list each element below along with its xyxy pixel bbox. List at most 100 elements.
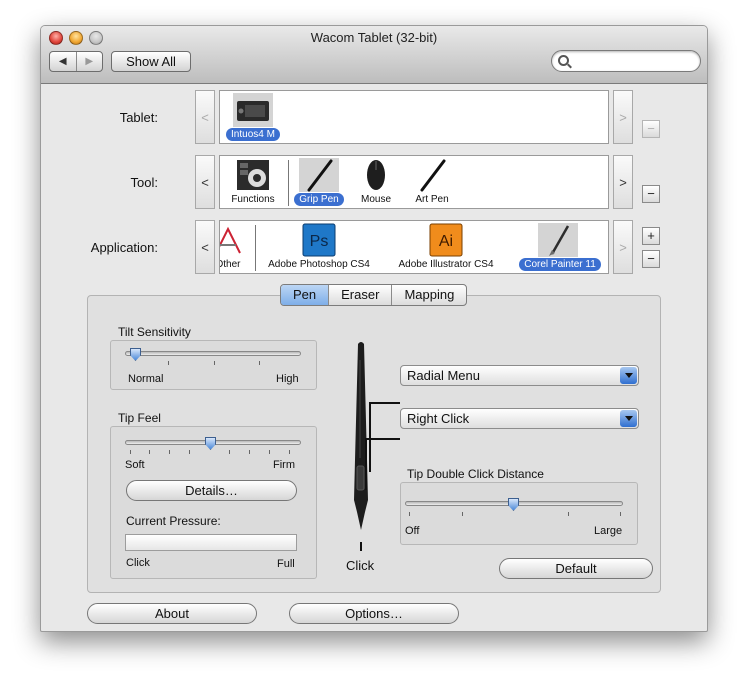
details-button[interactable]: Details… <box>126 480 297 501</box>
lower-button-value: Right Click <box>407 411 470 426</box>
upper-button-value: Radial Menu <box>407 368 480 383</box>
tool-scroll-right-button[interactable]: > <box>613 155 633 209</box>
slider-tick <box>568 512 569 516</box>
tab-pen[interactable]: Pen <box>281 285 329 305</box>
tool-item-grip-pen[interactable]: Grip Pen <box>292 156 346 208</box>
tool-item-label: Art Pen <box>415 194 449 205</box>
slider-tick <box>130 450 131 454</box>
double-click-min-label: Off <box>405 525 420 537</box>
application-item-label: Adobe Illustrator CS4 <box>398 259 494 270</box>
grip-pen-icon <box>299 158 339 192</box>
upper-button-dropdown[interactable]: Radial Menu <box>400 365 639 386</box>
slider-tick <box>462 512 463 516</box>
tab-eraser[interactable]: Eraser <box>328 285 391 305</box>
search-field[interactable] <box>551 50 701 72</box>
current-pressure-label: Current Pressure: <box>126 514 221 528</box>
tool-divider <box>288 160 289 206</box>
tablet-row-label: Tablet: <box>119 110 158 125</box>
pressure-bar <box>125 534 297 551</box>
tip-connector <box>360 542 362 551</box>
tip-feel-label: Tip Feel <box>118 411 161 425</box>
application-item-label: Adobe Photoshop CS4 <box>268 259 370 270</box>
default-button[interactable]: Default <box>499 558 653 579</box>
application-scroll-left-button[interactable]: < <box>195 220 215 274</box>
application-item-photoshop[interactable]: Ps Adobe Photoshop CS4 <box>260 221 378 273</box>
tilt-sensitivity-group: Normal High <box>110 340 317 390</box>
tool-item-label: Grip Pen <box>294 193 344 206</box>
tool-strip: Functions Grip Pen Mouse Art Pen <box>219 155 609 209</box>
dropdown-arrow-icon <box>620 367 637 384</box>
tip-feel-min-label: Soft <box>125 459 145 471</box>
back-button[interactable]: ◀ <box>50 52 76 71</box>
options-button[interactable]: Options… <box>289 603 459 624</box>
painter-icon <box>538 223 578 257</box>
search-icon <box>558 55 569 66</box>
slider-tick <box>168 361 169 365</box>
add-application-button[interactable]: + <box>642 227 660 245</box>
tip-feel-group: Soft Firm Details… Current Pressure: Cli… <box>110 426 317 579</box>
pressure-min-label: Click <box>126 557 150 569</box>
application-strip: Other Ps Adobe Photoshop CS4 Ai Adobe Il… <box>219 220 609 274</box>
dropdown-arrow-icon <box>620 410 637 427</box>
tool-item-art-pen[interactable]: Art Pen <box>406 156 458 208</box>
tilt-max-label: High <box>276 373 299 385</box>
slider-tick <box>269 450 270 454</box>
tilt-slider-track <box>125 351 301 356</box>
application-row-label: Application: <box>90 240 158 255</box>
tilt-slider-thumb[interactable] <box>130 348 141 361</box>
slider-tick <box>409 512 410 516</box>
svg-text:Ai: Ai <box>439 233 453 250</box>
lower-button-dropdown[interactable]: Right Click <box>400 408 639 429</box>
about-button[interactable]: About <box>87 603 257 624</box>
art-pen-icon <box>412 158 452 192</box>
svg-text:Ps: Ps <box>310 233 329 250</box>
photoshop-icon: Ps <box>299 223 339 257</box>
application-item-illustrator[interactable]: Ai Adobe Illustrator CS4 <box>390 221 502 273</box>
tablet-item-label: Intuos4 M <box>226 128 280 141</box>
slider-tick <box>229 450 230 454</box>
mouse-icon <box>356 158 396 192</box>
tip-feel-slider-thumb[interactable] <box>205 437 216 450</box>
pressure-max-label: Full <box>277 558 295 570</box>
tablet-icon <box>233 93 273 127</box>
lower-button-connector <box>365 438 400 490</box>
remove-application-button[interactable]: − <box>642 250 660 268</box>
tool-scroll-left-button[interactable]: < <box>195 155 215 209</box>
slider-tick <box>149 450 150 454</box>
double-click-max-label: Large <box>594 525 623 537</box>
application-item-label: Other <box>220 259 241 270</box>
tablet-scroll-left-button[interactable]: < <box>195 90 215 144</box>
application-item-painter[interactable]: Corel Painter 11 <box>512 221 608 273</box>
tip-feel-max-label: Firm <box>273 459 295 471</box>
tip-function-label: Click <box>346 558 375 573</box>
other-app-icon <box>220 223 248 257</box>
forward-button[interactable]: ▶ <box>75 52 103 71</box>
tablet-item-intuos4[interactable]: Intuos4 M <box>222 91 284 143</box>
tool-item-label: Functions <box>231 194 275 205</box>
tablet-scroll-right-button[interactable]: > <box>613 90 633 144</box>
back-forward-control: ◀ ▶ <box>49 51 103 72</box>
application-item-label: Corel Painter 11 <box>519 258 601 271</box>
illustrator-icon: Ai <box>426 223 466 257</box>
show-all-button[interactable]: Show All <box>111 51 191 72</box>
double-click-slider-thumb[interactable] <box>508 498 519 511</box>
slider-tick <box>249 450 250 454</box>
slider-tick <box>289 450 290 454</box>
remove-tablet-button[interactable]: − <box>642 120 660 138</box>
remove-tool-button[interactable]: − <box>642 185 660 203</box>
application-divider <box>255 225 256 271</box>
tool-item-mouse[interactable]: Mouse <box>350 156 402 208</box>
settings-tabs: Pen Eraser Mapping <box>280 284 468 306</box>
window-title: Wacom Tablet (32-bit) <box>310 30 438 45</box>
slider-tick <box>189 450 190 454</box>
pen-settings-panel: Tilt Sensitivity Normal High Tip Feel So… <box>87 295 661 593</box>
tip-double-click-label: Tip Double Click Distance <box>407 467 544 481</box>
tip-double-click-group: Off Large <box>400 482 638 545</box>
tool-row-label: Tool: <box>130 175 158 190</box>
application-scroll-right-button[interactable]: > <box>613 220 633 274</box>
functions-icon <box>233 158 273 192</box>
tool-item-functions[interactable]: Functions <box>222 156 284 208</box>
application-item-other[interactable]: Other <box>220 221 254 273</box>
tilt-sensitivity-label: Tilt Sensitivity <box>118 325 191 339</box>
tab-mapping[interactable]: Mapping <box>391 285 466 305</box>
